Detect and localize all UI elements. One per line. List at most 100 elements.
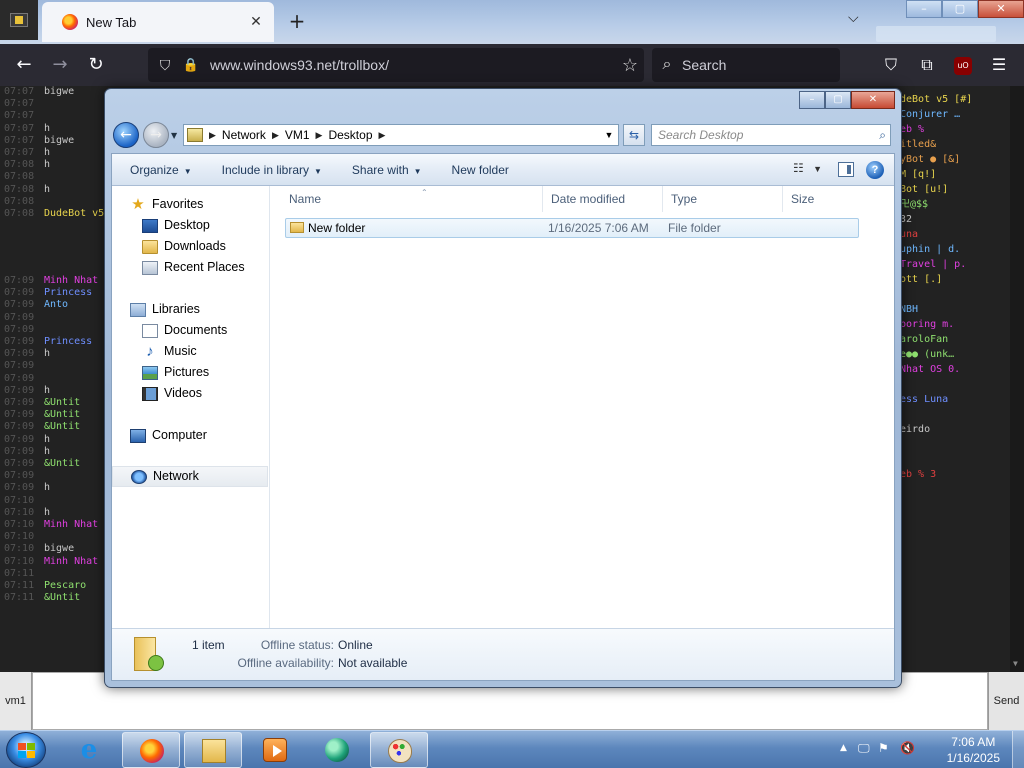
user-list-item[interactable]: eb % 3 — [900, 467, 1010, 482]
bookmark-star-icon[interactable]: ☆ — [616, 55, 644, 76]
nav-libraries[interactable]: Libraries — [130, 299, 200, 320]
breadcrumb-chevron-icon[interactable]: ▶ — [379, 130, 386, 141]
explorer-close-button[interactable]: ✕ — [851, 91, 895, 109]
taskbar-paint[interactable] — [370, 732, 428, 768]
breadcrumb-desktop[interactable]: Desktop — [328, 128, 372, 142]
preview-pane-icon[interactable] — [838, 162, 854, 177]
chat-nick[interactable]: h — [44, 385, 50, 397]
chat-nick[interactable]: h — [44, 434, 50, 446]
chat-nick[interactable]: h — [44, 147, 50, 159]
forward-arrow-icon[interactable]: → — [143, 122, 169, 148]
ublock-icon[interactable]: uO — [946, 44, 980, 86]
address-dropdown-icon[interactable]: ▼ — [600, 130, 618, 140]
explorer-maximize-button[interactable]: ▢ — [825, 91, 851, 109]
taskbar-app-swirl[interactable] — [308, 732, 366, 768]
user-list-item[interactable]: eb % — [900, 122, 1010, 137]
chat-nick[interactable]: &Untit — [44, 409, 80, 421]
user-list-item[interactable] — [900, 437, 1010, 452]
user-list-item[interactable]: eirdo — [900, 422, 1010, 437]
user-list-item[interactable]: itled& — [900, 137, 1010, 152]
user-list-item[interactable]: yBot ● [&] — [900, 152, 1010, 167]
user-list-item[interactable] — [900, 452, 1010, 467]
chat-nick[interactable]: &Untit — [44, 458, 80, 470]
new-tab-button[interactable]: + — [286, 10, 308, 32]
nav-documents[interactable]: Documents — [142, 320, 227, 341]
user-list-item[interactable]: e●● (unk… — [900, 347, 1010, 362]
show-hidden-icons[interactable]: ▲ — [840, 743, 847, 753]
chat-nick[interactable]: Anto — [44, 299, 68, 311]
chat-nick[interactable]: Minh Nhat — [44, 275, 98, 287]
user-list-item[interactable]: deBot v5 [#] — [900, 92, 1010, 107]
back-arrow-icon[interactable]: ← — [113, 122, 139, 148]
list-all-tabs-icon[interactable]: ⌵ — [848, 10, 859, 26]
user-list-item[interactable]: ess Luna — [900, 392, 1010, 407]
chat-scrollbar[interactable] — [1010, 86, 1024, 672]
explorer-minimize-button[interactable]: – — [799, 91, 825, 109]
forward-button[interactable]: → — [42, 44, 78, 86]
chat-nick[interactable]: bigwe — [44, 135, 74, 147]
taskbar-media-player[interactable] — [246, 732, 304, 768]
chat-nick[interactable]: h — [44, 507, 50, 519]
nav-videos[interactable]: Videos — [142, 383, 202, 404]
chat-nick[interactable]: h — [44, 123, 50, 135]
chat-nick[interactable]: Minh Nhat — [44, 519, 98, 531]
column-type[interactable]: Type — [663, 186, 783, 212]
maximize-button[interactable]: ▢ — [942, 0, 978, 18]
new-folder-button[interactable]: New folder — [452, 163, 509, 177]
breadcrumb-network[interactable]: Network — [222, 128, 266, 142]
send-button[interactable]: Send — [988, 672, 1024, 730]
user-list-item[interactable] — [900, 407, 1010, 422]
explorer-search-input[interactable]: Search Desktop ⌕ — [651, 124, 891, 146]
user-list-item[interactable]: Nhat OS 0. — [900, 362, 1010, 377]
user-list-item[interactable]: 32 — [900, 212, 1010, 227]
help-icon[interactable]: ? — [866, 161, 884, 179]
volume-muted-icon[interactable]: 🔇 — [900, 741, 915, 755]
user-list-item[interactable]: 卍@$$ — [900, 197, 1010, 212]
organize-button[interactable]: Organize ▼ — [130, 163, 192, 177]
start-button[interactable] — [6, 732, 46, 768]
chat-nick[interactable]: Minh Nhat — [44, 556, 98, 568]
chat-nick[interactable]: &Untit — [44, 592, 80, 604]
user-list-item[interactable]: Conjurer … — [900, 107, 1010, 122]
chat-nick[interactable]: bigwe — [44, 543, 74, 555]
app-menu-icon[interactable] — [0, 0, 38, 40]
nav-recent-places[interactable]: Recent Places — [142, 257, 245, 278]
user-list-item[interactable] — [900, 287, 1010, 302]
user-list-item[interactable]: aroloFan — [900, 332, 1010, 347]
share-with-button[interactable]: Share with ▼ — [352, 163, 422, 177]
action-center-icon[interactable]: 🖵 — [858, 741, 870, 756]
nav-desktop[interactable]: Desktop — [142, 215, 210, 236]
chat-nick[interactable]: bigwe — [44, 86, 74, 98]
chat-nick[interactable]: Pescaro — [44, 580, 86, 592]
nav-music[interactable]: ♪ Music — [142, 341, 196, 362]
taskbar-ie[interactable]: e — [60, 732, 118, 768]
close-button[interactable]: ✕ — [978, 0, 1024, 18]
user-list-item[interactable]: una — [900, 227, 1010, 242]
user-list-item[interactable]: ott [.] — [900, 272, 1010, 287]
user-list-item[interactable]: Travel | p. — [900, 257, 1010, 272]
back-button[interactable]: ← — [6, 44, 42, 86]
lock-icon[interactable]: 🔒 — [182, 57, 200, 73]
chat-nick[interactable]: DudeBot v5 — [44, 208, 104, 220]
column-name[interactable]: Name ⌃ — [281, 186, 543, 212]
show-desktop-button[interactable] — [1012, 731, 1024, 768]
tab-new-tab[interactable]: New Tab ✕ — [42, 2, 274, 42]
address-bar[interactable]: ▶ Network ▶ VM1 ▶ Desktop ▶ ▼ — [183, 124, 619, 146]
minimize-button[interactable]: – — [906, 0, 942, 18]
chat-nick[interactable]: h — [44, 184, 50, 196]
url-bar[interactable]: ⛉ 🔒 www.windows93.net/trollbox/ ☆ — [148, 48, 644, 82]
pocket-icon[interactable]: ⛉ — [874, 44, 908, 86]
chat-nick[interactable]: Princess — [44, 287, 92, 299]
refresh-icon[interactable]: ⇆ — [623, 124, 645, 146]
menu-icon[interactable]: ☰ — [982, 44, 1016, 86]
user-list-item[interactable] — [900, 377, 1010, 392]
reload-button[interactable]: ↻ — [78, 44, 114, 86]
chat-nick[interactable]: h — [44, 482, 50, 494]
breadcrumb-vm1[interactable]: VM1 — [285, 128, 310, 142]
nav-favorites[interactable]: ★ Favorites — [130, 194, 203, 215]
nav-downloads[interactable]: Downloads — [142, 236, 226, 257]
close-tab-icon[interactable]: ✕ — [244, 14, 268, 30]
chat-nick[interactable]: h — [44, 446, 50, 458]
chat-nick[interactable]: h — [44, 348, 50, 360]
clock[interactable]: 7:06 AM 1/16/2025 — [947, 734, 1000, 766]
